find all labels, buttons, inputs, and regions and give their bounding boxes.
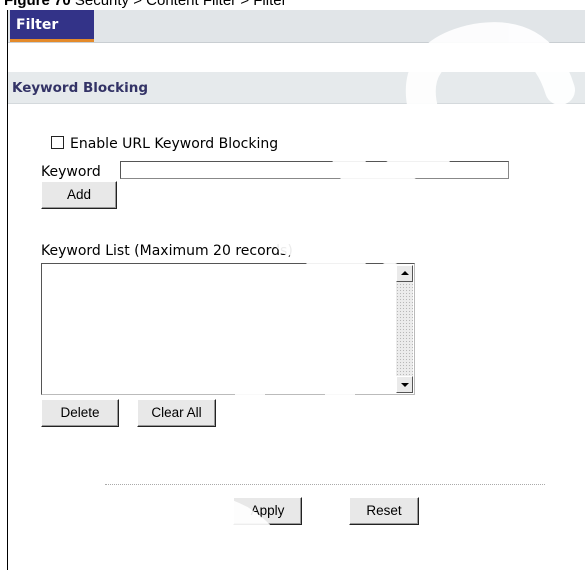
keyword-input[interactable] (120, 161, 509, 179)
keyword-list-scrollbar[interactable] (396, 265, 413, 393)
figure-label: Figure 70 (4, 0, 71, 9)
enable-keyword-blocking-row: Enable URL Keyword Blocking (51, 135, 278, 153)
figure-path: Security > Content Filter > Filter (74, 0, 287, 9)
content-filter-panel: Filter Keyword Blocking Enable URL Keywo… (7, 10, 585, 570)
keyword-label: Keyword (41, 164, 101, 180)
keyword-list-box[interactable] (41, 263, 415, 395)
keyword-list-label: Keyword List (Maximum 20 records) (41, 243, 293, 259)
arrow-up-icon (401, 271, 409, 275)
clear-all-button[interactable]: Clear All (137, 399, 216, 427)
tab-filter[interactable]: Filter (10, 10, 94, 42)
enable-keyword-blocking-label: Enable URL Keyword Blocking (70, 136, 279, 152)
delete-button[interactable]: Delete (41, 399, 119, 427)
tab-bar: Filter (8, 10, 585, 43)
reset-button[interactable]: Reset (349, 497, 419, 525)
apply-button[interactable]: Apply (233, 497, 302, 525)
enable-keyword-blocking-checkbox[interactable] (51, 136, 64, 149)
scroll-up-button[interactable] (396, 265, 413, 282)
add-button[interactable]: Add (41, 181, 117, 209)
scroll-down-button[interactable] (396, 376, 413, 393)
divider (105, 484, 545, 485)
arrow-down-icon (401, 383, 409, 387)
section-title: Keyword Blocking (8, 72, 585, 104)
figure-caption: Figure 70 Security > Content Filter > Fi… (4, 0, 287, 10)
